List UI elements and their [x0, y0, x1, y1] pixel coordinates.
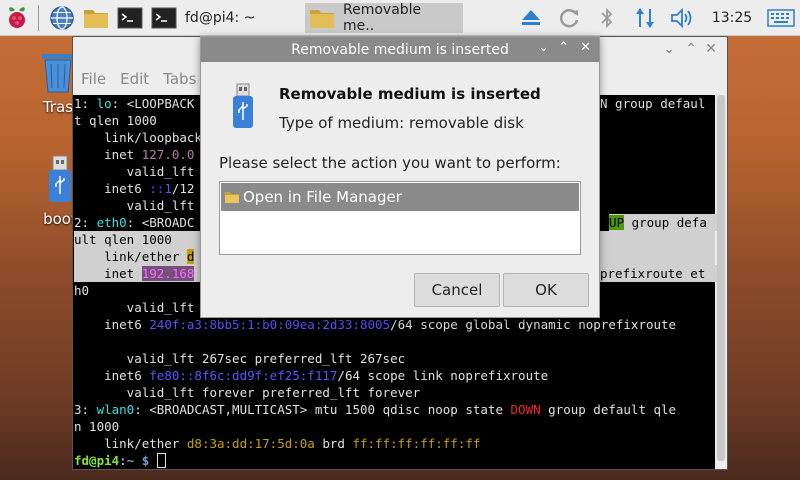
action-open-file-manager[interactable]: Open in File Manager [221, 183, 579, 211]
task-label: fd@pi4: ~ [185, 9, 256, 26]
eject-icon[interactable] [512, 0, 550, 36]
maximize-icon[interactable]: ⌃ [685, 41, 697, 57]
browser-globe-icon[interactable] [45, 0, 79, 36]
text-cursor [156, 453, 166, 468]
terminal-tail-eth0: UP group defa [609, 214, 717, 231]
update-refresh-icon[interactable] [550, 0, 588, 36]
terminal-line: valid_lft forever preferred_lft forever [74, 385, 421, 400]
usb-drive-icon [231, 83, 255, 137]
raspberry-menu-icon[interactable] [0, 0, 34, 36]
system-tray: 13:25 [512, 0, 800, 36]
action-label: Open in File Manager [243, 188, 402, 206]
dialog-heading: Removable medium is inserted [279, 85, 541, 103]
dialog-title: Removable medium is inserted [291, 41, 509, 58]
folder-icon [224, 190, 240, 204]
action-list[interactable]: Open in File Manager [219, 181, 581, 255]
task-label: Removable me.. [343, 1, 422, 34]
keyboard-icon[interactable] [762, 0, 800, 36]
terminal-tail-inet: prefixroute et [600, 265, 717, 282]
cancel-button[interactable]: Cancel [414, 273, 500, 307]
network-updown-icon[interactable] [626, 0, 664, 36]
ok-button[interactable]: OK [503, 273, 589, 307]
terminal-line: inet6 fe80::8f6c:dd9f:ef25:f117/64 scope… [74, 368, 549, 383]
dialog-close-icon[interactable]: ✕ [580, 40, 591, 55]
task-removable-medium[interactable]: Removable me.. [305, 1, 463, 34]
menu-edit[interactable]: Edit [120, 70, 149, 88]
terminal-tail-lo: N group defaul [600, 96, 706, 111]
terminal-line: link/ether d8:3a:dd:17:5d:0a brd ff:ff:f… [74, 436, 481, 451]
medium-type-label: Type of medium: [279, 114, 405, 132]
dialog-minimize-icon[interactable]: ⌄ [538, 40, 549, 55]
trash-label: Tras [42, 98, 74, 116]
task-terminal[interactable]: fd@pi4: ~ [147, 3, 305, 33]
dialog-titlebar[interactable]: Removable medium is inserted ⌄ ⌃ ✕ [201, 37, 599, 62]
clock[interactable]: 13:25 [702, 10, 762, 26]
terminal-line: valid_lft 267sec preferred_lft 267sec [74, 351, 406, 366]
taskbar-separator [38, 4, 39, 31]
terminal-icon [151, 7, 177, 29]
state-up-badge: UP [609, 215, 625, 230]
scrollbar-thumb[interactable] [717, 95, 725, 461]
terminal-line: n 1000 [74, 419, 120, 434]
volume-icon[interactable] [664, 0, 702, 36]
terminal-launcher-icon[interactable] [113, 0, 147, 36]
tail-eth0-text: group defa [624, 215, 707, 230]
terminal-scrollbar[interactable] [715, 95, 727, 469]
dialog-maximize-icon[interactable]: ⌃ [558, 40, 569, 55]
folder-icon [309, 7, 335, 29]
removable-medium-dialog[interactable]: Removable medium is inserted ⌄ ⌃ ✕ Remov… [200, 36, 600, 318]
bluetooth-icon[interactable] [588, 0, 626, 36]
medium-type-value: removable disk [409, 114, 524, 132]
terminal-line: fd@pi4:~ $ [74, 452, 717, 469]
minimize-icon[interactable]: ⌄ [663, 41, 675, 57]
file-manager-folder-icon[interactable] [79, 0, 113, 36]
close-icon[interactable]: ✕ [705, 41, 717, 57]
terminal-line: inet6 240f:a3:8bb5:1:b0:09ea:2d33:8005/6… [74, 317, 677, 332]
menu-tabs[interactable]: Tabs [163, 70, 196, 88]
menu-file[interactable]: File [81, 70, 106, 88]
taskbar: fd@pi4: ~ Removable me.. 13:25 [0, 0, 800, 36]
terminal-line: 3: wlan0: <BROADCAST,MULTICAST> mtu 1500… [74, 402, 677, 417]
action-prompt: Please select the action you want to per… [219, 154, 561, 172]
